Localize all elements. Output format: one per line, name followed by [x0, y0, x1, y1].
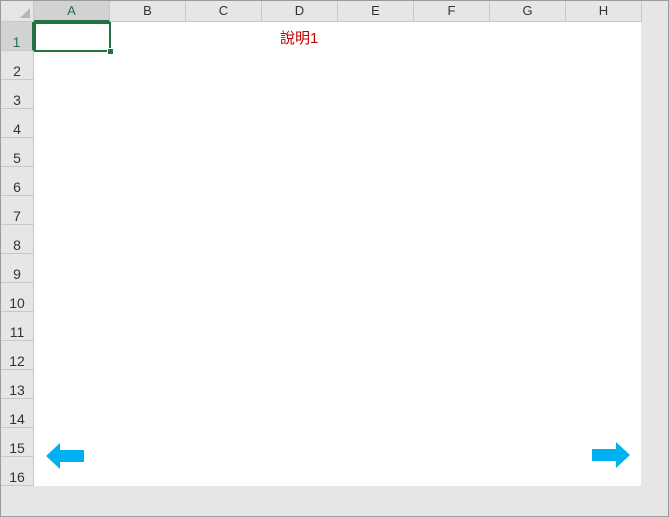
column-header-d[interactable]: D [262, 1, 338, 22]
row-header-7[interactable]: 7 [1, 196, 34, 225]
row-header-14[interactable]: 14 [1, 399, 34, 428]
cell-grid[interactable] [34, 22, 641, 486]
active-cell-a1[interactable] [34, 22, 111, 52]
column-header-c[interactable]: C [186, 1, 262, 22]
cell-d1-text[interactable]: 說明1 [280, 27, 318, 48]
row-header-11[interactable]: 11 [1, 312, 34, 341]
fill-handle[interactable] [107, 48, 114, 55]
row-header-1[interactable]: 1 [1, 22, 34, 51]
column-header-f[interactable]: F [414, 1, 490, 22]
row-header-10[interactable]: 10 [1, 283, 34, 312]
column-header-b[interactable]: B [110, 1, 186, 22]
select-all-button[interactable] [1, 1, 34, 22]
column-header-a[interactable]: A [34, 1, 110, 22]
row-header-2[interactable]: 2 [1, 51, 34, 80]
row-header-5[interactable]: 5 [1, 138, 34, 167]
column-header-h[interactable]: H [566, 1, 642, 22]
left-arrow-icon[interactable] [46, 443, 84, 469]
row-header-16[interactable]: 16 [1, 457, 34, 486]
right-arrow-icon[interactable] [592, 442, 630, 468]
row-header-3[interactable]: 3 [1, 80, 34, 109]
row-header-8[interactable]: 8 [1, 225, 34, 254]
column-header-e[interactable]: E [338, 1, 414, 22]
row-header-9[interactable]: 9 [1, 254, 34, 283]
column-header-g[interactable]: G [490, 1, 566, 22]
row-header-12[interactable]: 12 [1, 341, 34, 370]
row-header-6[interactable]: 6 [1, 167, 34, 196]
row-header-13[interactable]: 13 [1, 370, 34, 399]
select-all-triangle-icon [20, 8, 30, 18]
row-header-15[interactable]: 15 [1, 428, 34, 457]
row-header-4[interactable]: 4 [1, 109, 34, 138]
